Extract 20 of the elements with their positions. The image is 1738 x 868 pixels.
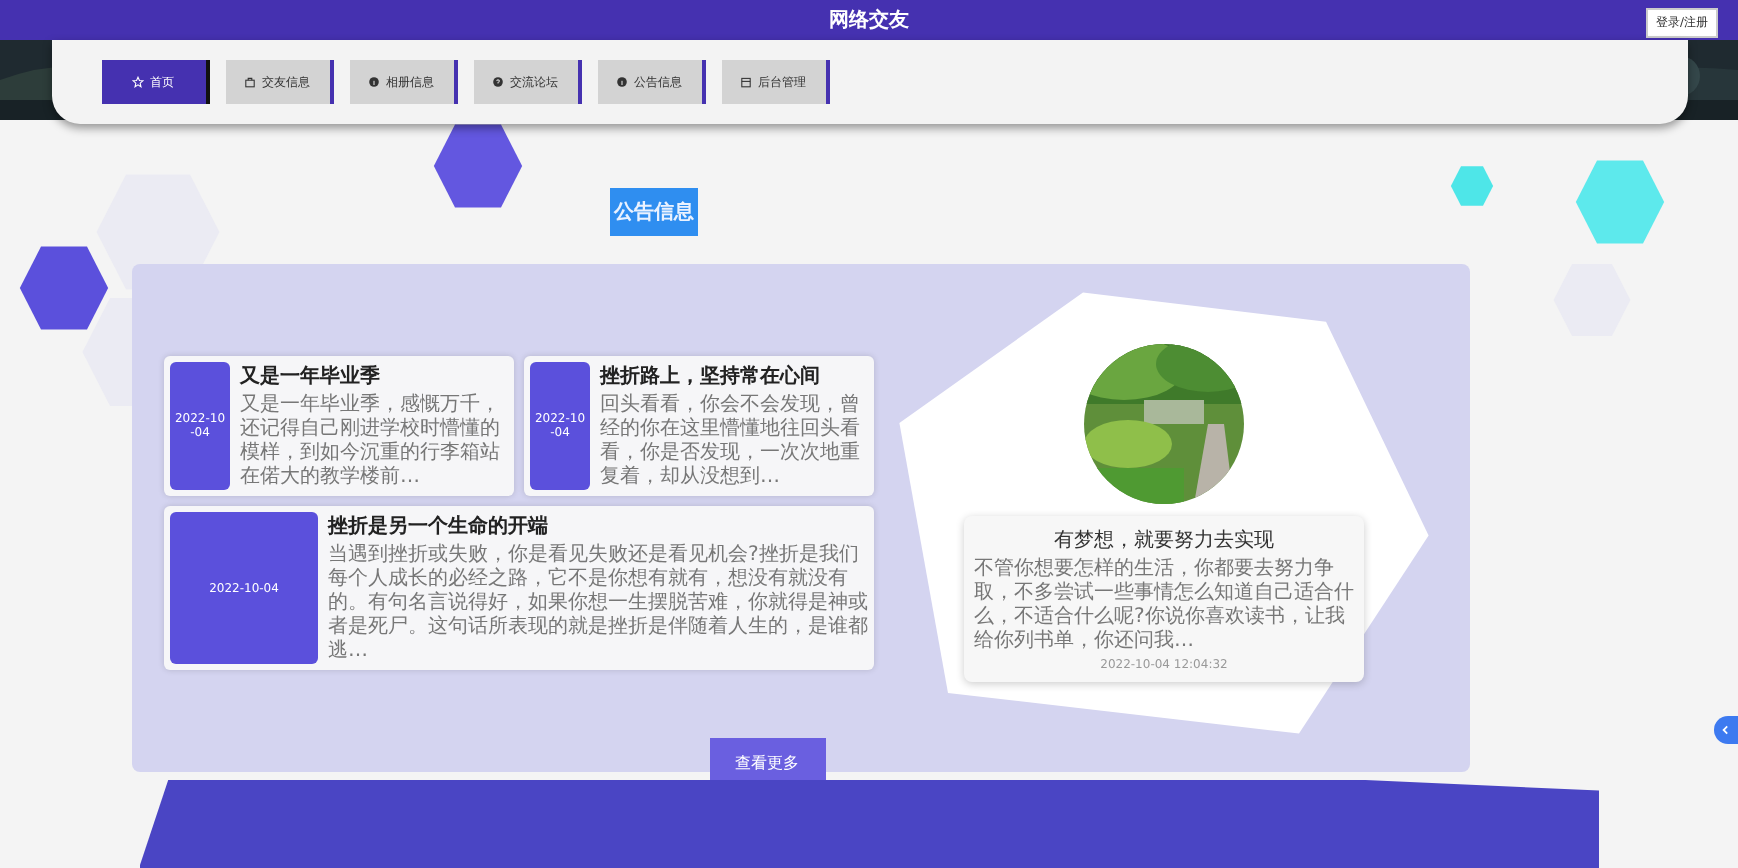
question-icon xyxy=(492,76,504,88)
hexagon-shape xyxy=(1572,156,1668,248)
notice-title: 又是一年毕业季 xyxy=(240,363,382,390)
notice-summary: 不管你想要怎样的生活，你都要去努力争取，不多尝试一些事情怎么知道自己适合什么，不适合什么呢?你说你喜欢读书，让我给你列书单，你还问我… xyxy=(974,558,1354,654)
section-title: 公告信息 xyxy=(610,188,698,236)
site-title: 网络交友 xyxy=(829,6,909,34)
box-icon xyxy=(740,76,752,88)
notice-summary: 当遇到挫折或失败，你是看见失败还是看见机会?挫折是我们每个人成长的必经之路，它不是你想有就有，想没有就没有的。有句名言说得好，如果你想一生摆脱苦难，你就得是神或者是死尸。这句话所表现的就是挫折是伴随着人生的，是谁都逃… xyxy=(328,544,868,664)
bag-icon xyxy=(244,76,256,88)
notice-summary: 回头看看，你会不会发现，曾经的你在这里懵懂地往回头看看，你是否发现，一次次地重复着，却从没想到… xyxy=(600,394,862,490)
notice-title: 挫折路上，坚持常在心间 xyxy=(600,362,822,390)
hexagon-shape xyxy=(1448,164,1496,208)
chevron-icon[interactable] xyxy=(1714,716,1738,744)
star-icon xyxy=(132,76,144,88)
notice-title: 挫折是另一个生命的开端 xyxy=(328,513,550,540)
notice-title: 有梦想，就要努力去实现 xyxy=(1054,527,1274,554)
info-icon xyxy=(368,76,380,88)
hexagon-shape xyxy=(14,242,114,334)
info-icon xyxy=(616,76,628,88)
notice-summary: 又是一年毕业季，感慨万千，还记得自己刚进学校时懵懂的模样，到如今沉重的行李箱站在偌大的教学楼前… xyxy=(240,394,502,490)
